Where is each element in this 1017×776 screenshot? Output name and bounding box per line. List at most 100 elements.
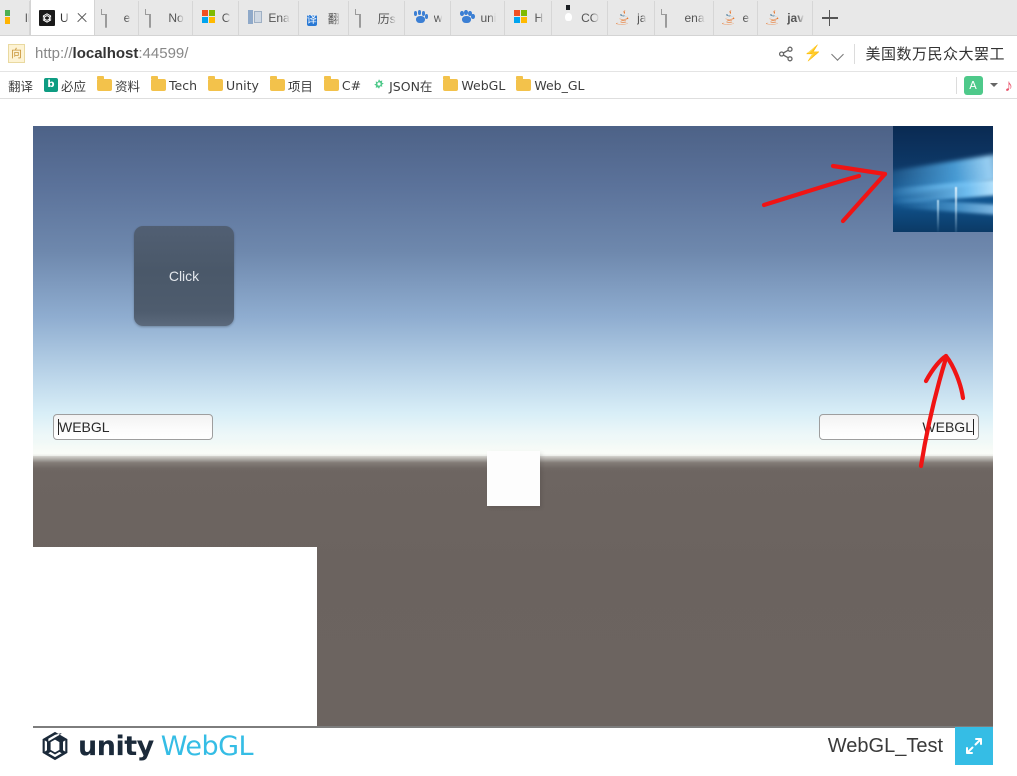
fullscreen-button[interactable]	[955, 727, 993, 765]
bookmarks-bar: 翻译 b 必应 资料 Tech Unity 项目 C# JSON在 WebGL …	[0, 72, 1017, 99]
wallpaper-beam	[937, 200, 939, 232]
address-bar: 向 http://localhost:44599/ ⚡ 美国数万民众大罢工	[0, 36, 1017, 72]
tab-label: ena	[684, 11, 705, 25]
tab-label: H	[534, 11, 544, 25]
text-caret	[973, 419, 974, 435]
site-identity-icon[interactable]: 向	[8, 44, 25, 63]
bookmark-folder-csharp[interactable]: C#	[320, 76, 365, 95]
bookmark-label: WebGL	[461, 77, 506, 93]
url-scheme: http://	[35, 45, 73, 62]
bookmark-translate[interactable]: 翻译	[4, 74, 37, 97]
folder-icon	[97, 76, 113, 91]
search-input-right[interactable]: WEBGL	[819, 414, 979, 440]
bookmark-label: 翻译	[8, 78, 34, 94]
new-tab-button[interactable]	[813, 1, 847, 35]
chevron-down-icon[interactable]	[832, 48, 844, 60]
url-text[interactable]: http://localhost:44599/	[35, 45, 188, 62]
folder-icon	[516, 76, 532, 91]
bing-icon: b	[44, 78, 59, 92]
bookmark-folder-webgl[interactable]: WebGL	[439, 76, 509, 95]
tab-3[interactable]: No	[139, 1, 193, 35]
java-icon	[616, 10, 632, 26]
music-extension-icon[interactable]: ♪	[1005, 77, 1014, 94]
page-content: Click WEBGL WEBGL unity WebGL WebGL_Test	[0, 100, 1017, 776]
bookmark-label: Web_GL	[534, 77, 585, 93]
github-icon	[560, 10, 576, 26]
scene-white-square	[487, 451, 540, 506]
document-icon	[357, 9, 373, 28]
url-host: localhost	[72, 45, 139, 62]
news-headline[interactable]: 美国数万民众大罢工	[865, 43, 1005, 64]
unity-logo: unity WebGL	[33, 730, 254, 762]
unity-webgl-player: Click WEBGL WEBGL unity WebGL WebGL_Test	[33, 126, 993, 765]
tab-label: Ena	[268, 11, 290, 25]
tab-5[interactable]: Ena	[239, 1, 299, 35]
tab-12[interactable]: ja	[608, 1, 656, 35]
bookmark-bing[interactable]: b 必应	[40, 74, 90, 97]
document-icon	[147, 9, 163, 28]
microsoft-icon	[513, 10, 529, 26]
input-right-value: WEBGL	[922, 419, 973, 435]
book-icon	[247, 10, 263, 26]
divider	[955, 76, 957, 94]
tab-0[interactable]: ll	[0, 1, 30, 35]
bookmark-folder-ziliao[interactable]: 资料	[93, 74, 144, 97]
tab-8[interactable]: w	[405, 1, 452, 35]
tab-label: uni	[480, 11, 497, 25]
tab-4[interactable]: C	[193, 1, 240, 35]
folder-icon	[269, 76, 285, 91]
tab-2[interactable]: e	[95, 1, 140, 35]
wallpaper-beam	[955, 187, 957, 232]
tab-15[interactable]: jav	[758, 1, 813, 35]
browser-window: ll U e No C	[0, 0, 1017, 776]
java-icon	[766, 10, 782, 26]
microsoft-icon	[201, 10, 217, 26]
bookmark-label: JSON在	[389, 78, 433, 94]
tab-13[interactable]: ena	[655, 1, 714, 35]
tab-label: ll	[25, 11, 29, 25]
tab-label: No	[168, 11, 184, 25]
tab-11[interactable]: CO	[552, 1, 609, 35]
input-left-value: WEBGL	[59, 419, 110, 435]
bookmark-label: 必应	[61, 78, 87, 94]
bookmark-folder-xiangmu[interactable]: 项目	[266, 74, 317, 97]
document-icon	[663, 9, 679, 28]
tab-9[interactable]: uni	[451, 1, 506, 35]
share-icon[interactable]	[778, 46, 794, 62]
unity-canvas[interactable]: Click WEBGL WEBGL	[33, 126, 993, 726]
translate-extension-icon[interactable]: A	[963, 75, 983, 95]
tab-label: e	[123, 11, 131, 25]
search-input-left[interactable]: WEBGL	[53, 414, 213, 440]
json-icon	[372, 78, 386, 92]
chevron-down-icon[interactable]	[989, 82, 998, 91]
tab-label: e	[742, 11, 750, 25]
wallpaper-ray	[893, 197, 993, 217]
click-button[interactable]: Click	[134, 226, 234, 326]
baidu-paw-icon	[413, 10, 429, 26]
bookmarks-bar-extensions: A ♪	[955, 75, 1014, 95]
url-path: :44599/	[138, 45, 189, 62]
tab-6[interactable]: 译 翻	[299, 1, 349, 35]
folder-icon	[323, 76, 339, 91]
bookmark-folder-web-gl[interactable]: Web_GL	[512, 76, 588, 95]
tab-10[interactable]: H	[505, 1, 553, 35]
tab-strip: ll U e No C	[0, 0, 1017, 36]
folder-icon	[208, 76, 224, 91]
bookmark-folder-tech[interactable]: Tech	[147, 76, 201, 95]
tab-1-active[interactable]: U	[30, 0, 95, 35]
bolt-icon[interactable]: ⚡	[804, 46, 823, 61]
java-icon	[721, 10, 738, 26]
tab-label: U	[60, 10, 69, 25]
unity-cube-icon	[42, 731, 68, 761]
bookmark-label: 项目	[287, 78, 313, 94]
tab-label: jav	[787, 11, 804, 25]
bookmark-label: 资料	[115, 78, 141, 94]
tab-14[interactable]: e	[714, 1, 759, 35]
tab-7[interactable]: 历s	[349, 1, 405, 35]
bookmark-json[interactable]: JSON在	[368, 74, 436, 97]
unity-wordmark: unity	[78, 730, 154, 762]
close-icon[interactable]	[74, 10, 90, 26]
click-button-label: Click	[168, 268, 200, 284]
bookmark-folder-unity[interactable]: Unity	[204, 76, 263, 95]
address-bar-actions: ⚡ 美国数万民众大罢工	[778, 43, 1009, 64]
